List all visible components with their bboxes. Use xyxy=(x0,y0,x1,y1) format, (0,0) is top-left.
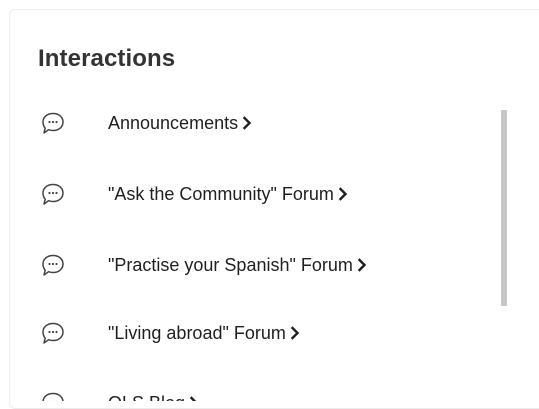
scrollbar[interactable] xyxy=(501,110,507,306)
chat-bubble-icon xyxy=(38,179,68,209)
interactions-list: Announcements "Ask the Community" Forum xyxy=(38,95,498,401)
list-item-living-abroad-forum[interactable]: "Living abroad" Forum xyxy=(38,313,498,353)
chevron-right-icon xyxy=(189,396,201,401)
list-item-ask-the-community-forum[interactable]: "Ask the Community" Forum xyxy=(38,174,498,214)
list-item-ols-blog[interactable]: OLS Blog xyxy=(38,383,498,401)
chevron-right-icon xyxy=(242,116,254,130)
chat-bubble-icon xyxy=(38,318,68,348)
list-item-label[interactable]: "Ask the Community" Forum xyxy=(108,182,334,206)
panel-title: Interactions xyxy=(38,43,175,75)
list-item-announcements[interactable]: Announcements xyxy=(38,103,498,143)
chat-bubble-icon xyxy=(38,108,68,138)
chat-bubble-icon xyxy=(38,250,68,280)
scrollbar-thumb[interactable] xyxy=(501,110,507,306)
list-item-label[interactable]: "Living abroad" Forum xyxy=(108,321,286,345)
list-item-practise-your-spanish-forum[interactable]: "Practise your Spanish" Forum xyxy=(38,245,498,285)
list-item-label[interactable]: OLS Blog xyxy=(108,391,185,401)
interactions-panel: Interactions Announcements xyxy=(9,9,539,409)
chevron-right-icon xyxy=(290,326,302,340)
chat-bubble-icon xyxy=(38,388,68,401)
chevron-right-icon xyxy=(357,258,369,272)
chevron-right-icon xyxy=(338,187,350,201)
list-item-label[interactable]: Announcements xyxy=(108,111,238,135)
list-item-label[interactable]: "Practise your Spanish" Forum xyxy=(108,253,353,277)
